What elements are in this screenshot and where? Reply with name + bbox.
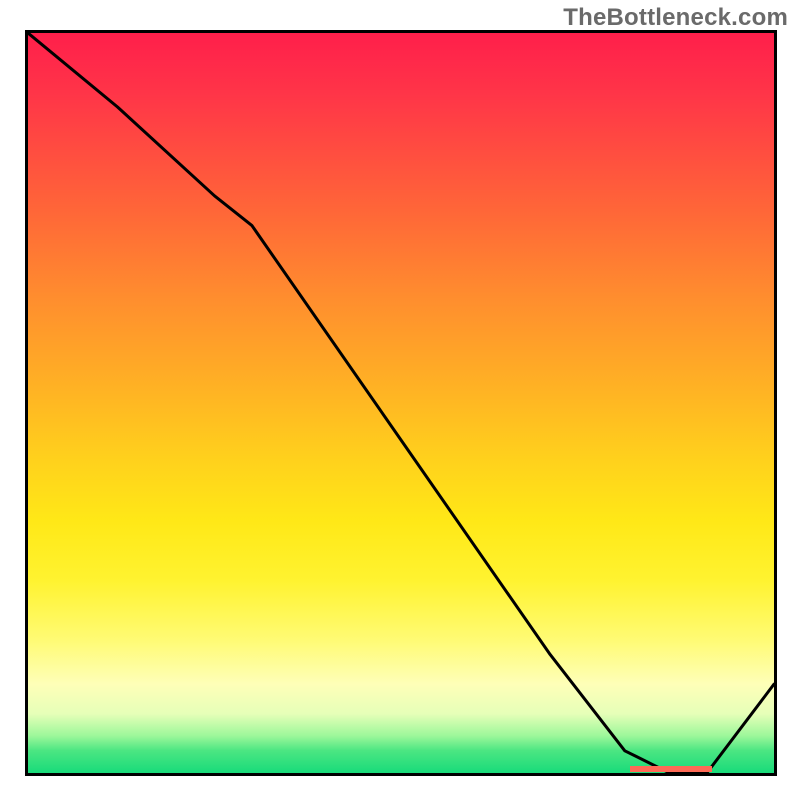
plot-area (25, 30, 777, 776)
line-curve (28, 33, 774, 773)
chart-container: TheBottleneck.com (0, 0, 800, 800)
optimal-region-marker (630, 766, 713, 772)
watermark-text: TheBottleneck.com (563, 4, 788, 32)
